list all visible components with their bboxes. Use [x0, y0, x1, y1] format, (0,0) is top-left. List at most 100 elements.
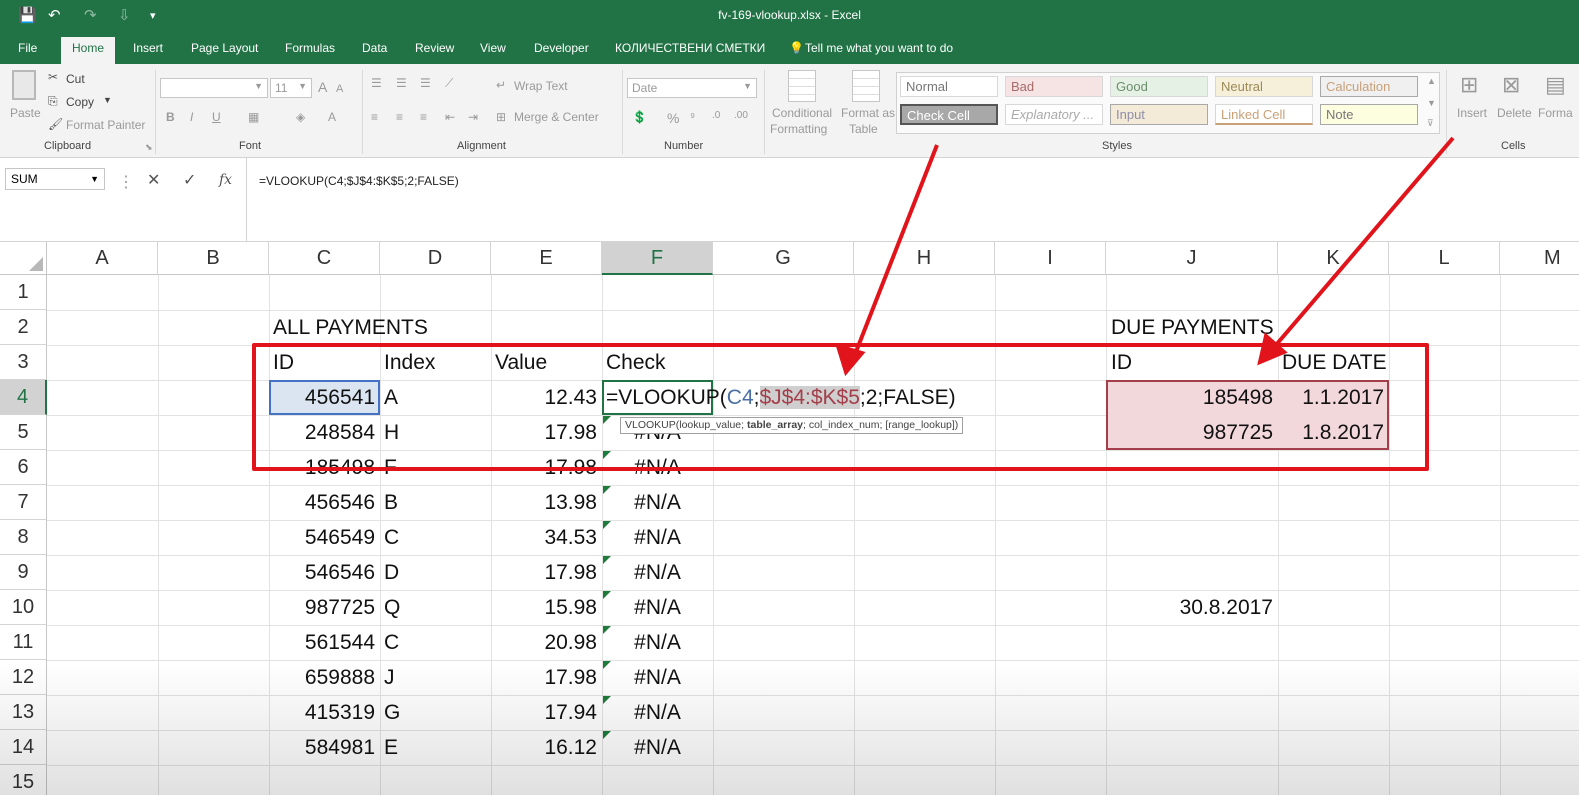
copy-button[interactable]: Copy	[66, 95, 94, 109]
font-size-combo[interactable]: 11 ▼	[270, 78, 312, 98]
font-name-combo[interactable]: ▼	[160, 78, 268, 98]
align-bottom-icon[interactable]: ☰	[420, 76, 431, 90]
style-linked-cell[interactable]: Linked Cell	[1215, 104, 1313, 125]
due-payments-title[interactable]: DUE PAYMENTS	[1111, 310, 1274, 345]
currency-icon[interactable]: 💲	[632, 110, 647, 124]
tab-formulas[interactable]: Formulas	[285, 41, 335, 55]
delete-cells-icon[interactable]: ⊠	[1502, 72, 1520, 98]
insert-cells-icon[interactable]: ⊞	[1460, 72, 1478, 98]
row-header-9[interactable]: 9	[0, 555, 47, 590]
cell-d13[interactable]: G	[384, 695, 400, 730]
cell-e8[interactable]: 34.53	[491, 520, 597, 555]
align-middle-icon[interactable]: ☰	[396, 76, 407, 90]
row-header-8[interactable]: 8	[0, 520, 47, 555]
format-as-table-icon[interactable]	[852, 70, 880, 102]
column-header-h[interactable]: H	[854, 242, 995, 275]
cell-f9[interactable]: #N/A	[602, 555, 713, 590]
style-neutral[interactable]: Neutral	[1215, 76, 1313, 97]
tab-insert[interactable]: Insert	[133, 41, 163, 55]
tell-me-search[interactable]: Tell me what you want to do	[805, 41, 953, 55]
cell-e13[interactable]: 17.94	[491, 695, 597, 730]
fill-color-icon[interactable]: ◈	[296, 110, 305, 124]
all-payments-title[interactable]: ALL PAYMENTS	[273, 310, 428, 345]
tab-home[interactable]: Home	[61, 37, 116, 64]
merge-center-button[interactable]: Merge & Center	[514, 110, 599, 124]
row-header-13[interactable]: 13	[0, 695, 47, 730]
error-indicator-icon[interactable]	[603, 521, 611, 529]
cell-f8[interactable]: #N/A	[602, 520, 713, 555]
cancel-icon[interactable]: ✕	[147, 170, 160, 190]
column-header-l[interactable]: L	[1389, 242, 1500, 275]
shrink-font-icon[interactable]: A	[336, 83, 343, 95]
column-header-e[interactable]: E	[491, 242, 602, 275]
increase-indent-icon[interactable]: ⇥	[468, 110, 478, 124]
cell-e7[interactable]: 13.98	[491, 485, 597, 520]
format-painter-button[interactable]: Format Painter	[66, 118, 145, 132]
paste-button[interactable]: Paste	[10, 106, 41, 120]
cell-d10[interactable]: Q	[384, 590, 400, 625]
row-header-1[interactable]: 1	[0, 275, 47, 310]
style-normal[interactable]: Normal	[900, 76, 998, 97]
italic-button[interactable]: I	[190, 110, 193, 124]
row-header-6[interactable]: 6	[0, 450, 47, 485]
cell-f7[interactable]: #N/A	[602, 485, 713, 520]
row-header-14[interactable]: 14	[0, 730, 47, 765]
row-header-2[interactable]: 2	[0, 310, 47, 345]
bold-button[interactable]: B	[166, 110, 175, 124]
row-header-7[interactable]: 7	[0, 485, 47, 520]
tab-review[interactable]: Review	[415, 41, 454, 55]
tab-view[interactable]: View	[480, 41, 506, 55]
cell-c8[interactable]: 546549	[269, 520, 375, 555]
orientation-icon[interactable]: ⟋	[445, 76, 453, 91]
select-all-corner[interactable]	[0, 242, 47, 275]
percent-button[interactable]: %	[667, 110, 679, 126]
style-input[interactable]: Input	[1110, 104, 1208, 125]
cell-d8[interactable]: C	[384, 520, 399, 555]
error-indicator-icon[interactable]	[603, 731, 611, 739]
cell-c13[interactable]: 415319	[269, 695, 375, 730]
format-cells-button[interactable]: Forma	[1538, 106, 1573, 120]
cell-d9[interactable]: D	[384, 555, 399, 590]
column-header-b[interactable]: B	[158, 242, 269, 275]
cell-j10[interactable]: 30.8.2017	[1106, 590, 1273, 625]
cell-e10[interactable]: 15.98	[491, 590, 597, 625]
row-header-15[interactable]: 15	[0, 765, 47, 795]
cell-c10[interactable]: 987725	[269, 590, 375, 625]
enter-icon[interactable]: ✓	[183, 170, 196, 190]
increase-decimal-icon[interactable]: .0	[712, 110, 720, 121]
row-header-4[interactable]: 4	[0, 380, 47, 415]
font-color-icon[interactable]: A	[328, 110, 336, 124]
column-header-i[interactable]: I	[995, 242, 1106, 275]
styles-more-icon[interactable]: ⊽	[1427, 118, 1434, 129]
comma-style-icon[interactable]: ⁹	[690, 110, 695, 124]
tab-file[interactable]: File	[18, 41, 37, 55]
style-good[interactable]: Good	[1110, 76, 1208, 97]
cell-f13[interactable]: #N/A	[602, 695, 713, 730]
error-indicator-icon[interactable]	[603, 661, 611, 669]
name-box[interactable]: SUM ▼	[5, 168, 105, 190]
column-header-f[interactable]: F	[602, 242, 713, 275]
cell-d11[interactable]: C	[384, 625, 399, 660]
column-header-j[interactable]: J	[1106, 242, 1278, 275]
styles-scroll-down-icon[interactable]: ▼	[1427, 98, 1436, 108]
style-explanatory[interactable]: Explanatory ...	[1005, 104, 1103, 125]
conditional-formatting-icon[interactable]	[788, 70, 816, 102]
cell-f4-formula[interactable]: =VLOOKUP(C4;$J$4:$K$5;2;FALSE)	[606, 380, 956, 415]
conditional-formatting-label-1[interactable]: Conditional	[772, 106, 832, 120]
tooltip-current-arg[interactable]: table_array	[747, 419, 803, 431]
conditional-formatting-label-2[interactable]: Formatting	[770, 122, 827, 136]
error-indicator-icon[interactable]	[603, 556, 611, 564]
insert-cells-button[interactable]: Insert	[1457, 106, 1487, 120]
row-header-11[interactable]: 11	[0, 625, 47, 660]
row-header-5[interactable]: 5	[0, 415, 47, 450]
cell-e9[interactable]: 17.98	[491, 555, 597, 590]
decrease-decimal-icon[interactable]: .00	[734, 110, 748, 121]
format-as-table-label-2[interactable]: Table	[849, 122, 878, 136]
row-header-3[interactable]: 3	[0, 345, 47, 380]
style-calculation[interactable]: Calculation	[1320, 76, 1418, 97]
tab-page-layout[interactable]: Page Layout	[191, 41, 258, 55]
style-bad[interactable]: Bad	[1005, 76, 1103, 97]
cell-f11[interactable]: #N/A	[602, 625, 713, 660]
tab-developer[interactable]: Developer	[534, 41, 589, 55]
column-header-k[interactable]: K	[1278, 242, 1389, 275]
